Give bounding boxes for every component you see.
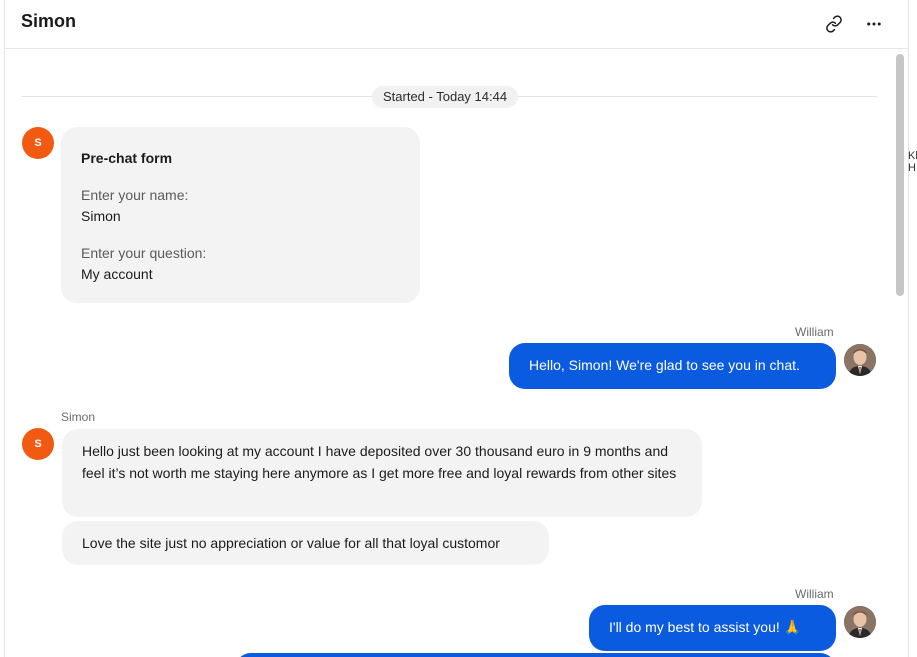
chat-title: Simon <box>21 11 77 31</box>
agent-message: Hello, Simon! We're glad to see you in c… <box>509 343 836 389</box>
prechat-form-title: Pre-chat form <box>81 150 173 166</box>
agent-sender-name: William <box>795 325 834 339</box>
question-field-value: My account <box>81 266 153 282</box>
more-horizontal-icon <box>867 22 881 26</box>
more-options-button[interactable] <box>860 10 888 38</box>
question-field-label: Enter your question: <box>81 245 207 261</box>
customer-sender-name: Simon <box>61 410 96 424</box>
name-field-value: Simon <box>81 208 121 224</box>
name-field-label: Enter your name: <box>81 187 189 203</box>
agent-sender-name: William <box>795 587 834 601</box>
customer-avatar: S <box>22 428 54 460</box>
customer-message: Love the site just no appreciation or va… <box>62 521 549 565</box>
chat-panel: Simon Started - Today 14:44 S Pre-chat f… <box>4 0 909 657</box>
agent-message: I'll do my best to assist you! 🙏 <box>589 605 836 651</box>
chat-header: Simon <box>5 0 908 49</box>
agent-avatar <box>844 344 876 376</box>
scrollbar-thumb[interactable] <box>896 54 904 296</box>
prechat-form-card: Pre-chat form Enter your name: Simon Ent… <box>61 127 420 303</box>
customer-avatar: S <box>22 127 54 159</box>
customer-message: Hello just been looking at my account I … <box>62 429 702 517</box>
background-page-fragment: Kl H <box>908 150 917 174</box>
link-icon <box>826 15 842 33</box>
copy-link-button[interactable] <box>820 10 848 38</box>
agent-message-partial <box>235 653 836 657</box>
agent-avatar <box>844 606 876 638</box>
chat-started-badge: Started - Today 14:44 <box>372 86 519 108</box>
